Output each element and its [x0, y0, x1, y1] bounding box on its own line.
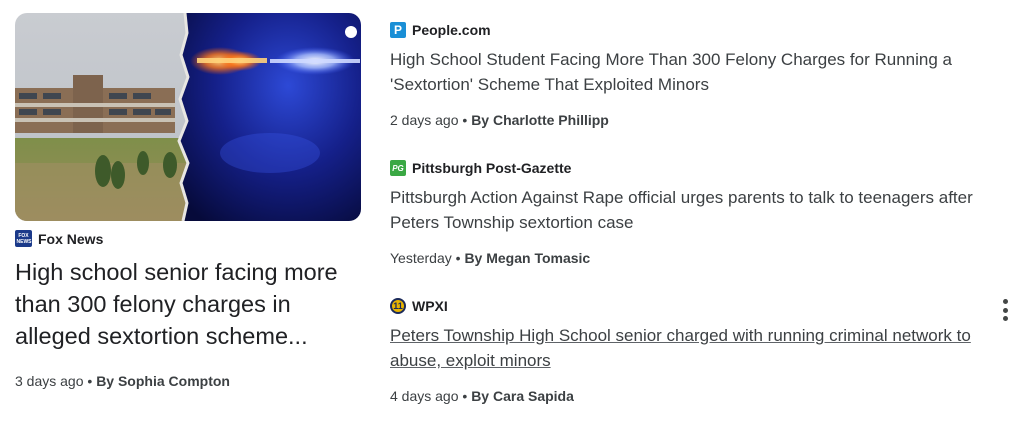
post-gazette-logo-icon: PG: [390, 160, 406, 176]
article-source[interactable]: PG Pittsburgh Post-Gazette: [390, 160, 1010, 176]
article-meta: Yesterday • By Megan Tomasic: [390, 250, 1010, 266]
article-meta: 2 days ago • By Charlotte Phillipp: [390, 112, 1010, 128]
featured-headline[interactable]: High school senior facing more than 300 …: [15, 256, 365, 352]
article-time: 4 days ago: [390, 388, 459, 404]
meta-separator: •: [462, 112, 468, 128]
more-dot: [1002, 316, 1008, 321]
article-author: By Megan Tomasic: [464, 250, 591, 266]
featured-meta: 3 days ago • By Sophia Compton: [15, 373, 230, 389]
article-item[interactable]: PG Pittsburgh Post-Gazette Pittsburgh Ac…: [390, 160, 1010, 266]
article-time: 2 days ago: [390, 112, 459, 128]
article-source-name: WPXI: [412, 298, 448, 314]
featured-story-image[interactable]: [15, 13, 361, 221]
fox-news-logo-icon: FOX NEWS: [15, 230, 32, 247]
article-time: Yesterday: [390, 250, 452, 266]
wpxi-logo-icon: 11: [390, 298, 406, 314]
more-vert-icon[interactable]: [997, 297, 1013, 323]
meta-separator: •: [87, 373, 93, 389]
article-author: By Charlotte Phillipp: [471, 112, 609, 128]
article-headline[interactable]: Pittsburgh Action Against Rape official …: [390, 185, 1010, 235]
article-item[interactable]: 11 WPXI Peters Township High School seni…: [390, 298, 1010, 404]
article-author: By Cara Sapida: [471, 388, 574, 404]
meta-separator: •: [455, 250, 461, 266]
featured-time: 3 days ago: [15, 373, 84, 389]
more-dot: [1002, 299, 1008, 304]
article-meta: 4 days ago • By Cara Sapida: [390, 388, 1010, 404]
article-headline[interactable]: Peters Township High School senior charg…: [390, 323, 1010, 373]
article-item[interactable]: P People.com High School Student Facing …: [390, 22, 1010, 128]
article-headline[interactable]: High School Student Facing More Than 300…: [390, 47, 1010, 97]
featured-source[interactable]: FOX NEWS Fox News: [15, 230, 361, 247]
article-source-name: Pittsburgh Post-Gazette: [412, 160, 572, 176]
article-source[interactable]: P People.com: [390, 22, 1010, 38]
featured-story-card[interactable]: FOX NEWS Fox News High school senior fac…: [15, 13, 361, 389]
more-dot: [1002, 307, 1008, 313]
article-source-name: People.com: [412, 22, 491, 38]
people-logo-icon: P: [390, 22, 406, 38]
featured-source-name: Fox News: [38, 230, 104, 247]
featured-author: By Sophia Compton: [96, 373, 230, 389]
meta-separator: •: [462, 388, 468, 404]
article-source[interactable]: 11 WPXI: [390, 298, 1010, 314]
